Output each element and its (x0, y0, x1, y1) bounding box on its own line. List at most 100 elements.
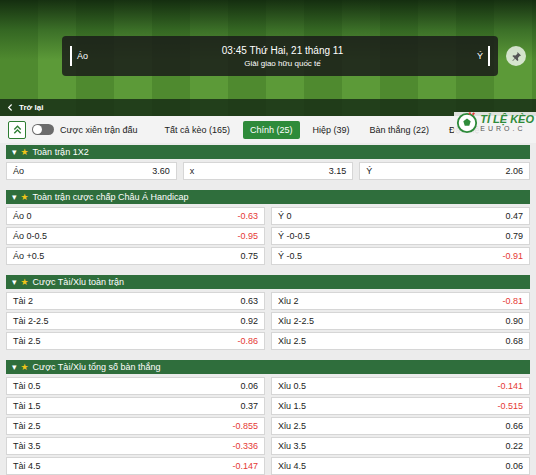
bet-label: Áo 0 (13, 211, 32, 221)
caret-icon: ▾ (12, 147, 17, 157)
odds-cell[interactable]: Tài 2-2.50.92 (6, 312, 265, 330)
odds-value: -0.95 (237, 231, 258, 241)
bet-label: Xỉu 2 (278, 296, 299, 306)
double-chevron-up-icon (12, 124, 23, 135)
toolbar: Cược xiên trận đấuTất cả kèo (165)Chính … (0, 116, 536, 143)
match-banner: Áo03:45 Thứ Hai, 21 tháng 11Giải giao hữ… (0, 0, 536, 116)
odds-cell[interactable]: Xỉu 0.5 -0.141 (271, 377, 530, 395)
odds-value: -0.336 (232, 441, 258, 451)
bet-label: x (190, 166, 195, 176)
bet-label: Xỉu 2.5 (278, 336, 306, 346)
odds-cell[interactable]: Ý -0-0.5 0.79 (271, 227, 530, 245)
section-title: Cược Tài/Xỉu tổng số bàn thắng (33, 362, 161, 372)
bet-label: Tài 0.5 (13, 381, 41, 391)
bet-label: Tài 2.5 (13, 421, 41, 431)
back-button[interactable]: Trở lại (6, 103, 43, 112)
parlay-toggle[interactable] (32, 124, 54, 135)
bet-label: Tài 4.5 (13, 461, 41, 471)
section-title: Toàn trận 1X2 (33, 147, 89, 157)
odds-cell[interactable]: Xỉu 2.50.66 (271, 417, 530, 435)
odds-cell[interactable]: Xỉu 4.50.06 (271, 457, 530, 475)
section-header[interactable]: ▾★Cược Tài/Xỉu tổng số bàn thắng (6, 360, 530, 374)
logo-text: TỈ LỆ KÈOEURO.C (480, 114, 534, 132)
bet-label: Xỉu 0.5 (278, 381, 306, 391)
odds-value: -0.515 (497, 401, 523, 411)
toggle-knob (33, 125, 42, 134)
bet-label: Xỉu 1.5 (278, 401, 306, 411)
odds-cell[interactable]: Ý 0 0.47 (271, 207, 530, 225)
bet-label: Áo 0-0.5 (13, 231, 47, 241)
home-bar (70, 46, 72, 66)
bet-label: Xỉu 2-2.5 (278, 316, 314, 326)
match-info: 03:45 Thứ Hai, 21 tháng 11Giải giao hữu … (222, 45, 343, 68)
odds-grid: Áo3.60 x 3.15 Ý 2.06 (6, 162, 530, 180)
bet-label: Áo +0.5 (13, 251, 44, 261)
bet-label: Tài 2.5 (13, 336, 41, 346)
odds-cell[interactable]: Xỉu 2-2.50.90 (271, 312, 530, 330)
odds-cell[interactable]: Xỉu 1.5 -0.515 (271, 397, 530, 415)
pin-icon (511, 51, 522, 62)
odds-value: 2.06 (505, 166, 523, 176)
odds-content: ▾ ★ Toàn trận 1X2 Áo3.60 x 3.15 Ý 2.06 ▾ ★ Toàn tr… (0, 143, 536, 475)
caret-icon: ▾ (12, 277, 17, 287)
bet-label: Xỉu 2.5 (278, 421, 306, 431)
market-tab[interactable]: Bàn thắng (22) (363, 121, 437, 139)
odds-cell[interactable]: Tài 3.5 -0.336 (6, 437, 265, 455)
odds-cell[interactable]: Tài 4.5 -0.147 (6, 457, 265, 475)
bet-label: Tài 3.5 (13, 441, 41, 451)
section-header[interactable]: ▾ ★ Toàn trận cược chấp Châu Á Handicap (6, 190, 530, 204)
logo-domain: EURO.C (480, 125, 534, 132)
star-icon[interactable]: ★ (21, 147, 29, 157)
odds-cell[interactable]: x 3.15 (183, 162, 354, 180)
odds-value: -0.63 (237, 211, 258, 221)
odds-cell[interactable]: Áo 0 -0.63 (6, 207, 265, 225)
pin-button[interactable] (506, 46, 526, 66)
odds-cell[interactable]: Tài 1.50.37 (6, 397, 265, 415)
odds-value: -0.141 (497, 381, 523, 391)
odds-cell[interactable]: Xỉu 2.5 0.68 (271, 332, 530, 350)
odds-value: 0.06 (240, 381, 258, 391)
odds-value: -0.147 (232, 461, 258, 471)
odds-cell[interactable]: Tài 20.63 (6, 292, 265, 310)
star-icon[interactable]: ★ (21, 192, 29, 202)
collapse-button[interactable] (8, 121, 26, 139)
bet-label: Xỉu 3.5 (278, 441, 306, 451)
site-logo: TỈ LỆ KÈOEURO.C (454, 112, 536, 134)
odds-cell[interactable]: Tài 2.5 -0.855 (6, 417, 265, 435)
section-header[interactable]: ▾★Cược Tài/Xỉu toàn trận (6, 275, 530, 289)
bet-label: Ý -0.5 (278, 251, 302, 261)
market-tab[interactable]: Hiệp (39) (306, 121, 357, 139)
page: Áo03:45 Thứ Hai, 21 tháng 11Giải giao hữ… (0, 0, 536, 475)
odds-cell[interactable]: Ý 2.06 (359, 162, 530, 180)
star-icon[interactable]: ★ (21, 277, 29, 287)
odds-value: 3.15 (329, 166, 347, 176)
odds-section: ▾★Toàn trận cược chấp Châu Á HandicapÁo … (6, 190, 530, 265)
section-title: Toàn trận cược chấp Châu Á Handicap (33, 192, 189, 202)
odds-value: 0.47 (505, 211, 523, 221)
odds-cell[interactable]: Ý -0.5-0.91 (271, 247, 530, 265)
bet-label: Ý -0-0.5 (278, 231, 310, 241)
odds-cell[interactable]: Xỉu 3.5 0.22 (271, 437, 530, 455)
odds-value: 0.68 (505, 336, 523, 346)
star-icon[interactable]: ★ (21, 362, 29, 372)
odds-cell[interactable]: Áo 0-0.5 -0.95 (6, 227, 265, 245)
bet-label: Ý (366, 166, 372, 176)
bet-label: Ý 0 (278, 211, 292, 221)
section-header[interactable]: ▾ ★ Toàn trận 1X2 (6, 145, 530, 159)
odds-cell[interactable]: Áo +0.50.75 (6, 247, 265, 265)
market-tab[interactable]: Chính (25) (243, 121, 300, 139)
odds-value: -0.855 (232, 421, 258, 431)
bet-label: Tài 1.5 (13, 401, 41, 411)
odds-cell[interactable]: Áo3.60 (6, 162, 177, 180)
odds-cell[interactable]: Tài 2.5-0.86 (6, 332, 265, 350)
odds-value: 0.22 (505, 441, 523, 451)
odds-cell[interactable]: Tài 0.5 0.06 (6, 377, 265, 395)
caret-icon: ▾ (12, 192, 17, 202)
odds-value: 0.79 (505, 231, 523, 241)
away-bar (488, 46, 490, 66)
away-team: Ý (477, 46, 490, 66)
odds-cell[interactable]: Xỉu 2-0.81 (271, 292, 530, 310)
odds-value: 3.60 (152, 166, 170, 176)
match-time: 03:45 Thứ Hai, 21 tháng 11 (222, 45, 343, 56)
market-tab[interactable]: Tất cả kèo (165) (157, 121, 237, 139)
